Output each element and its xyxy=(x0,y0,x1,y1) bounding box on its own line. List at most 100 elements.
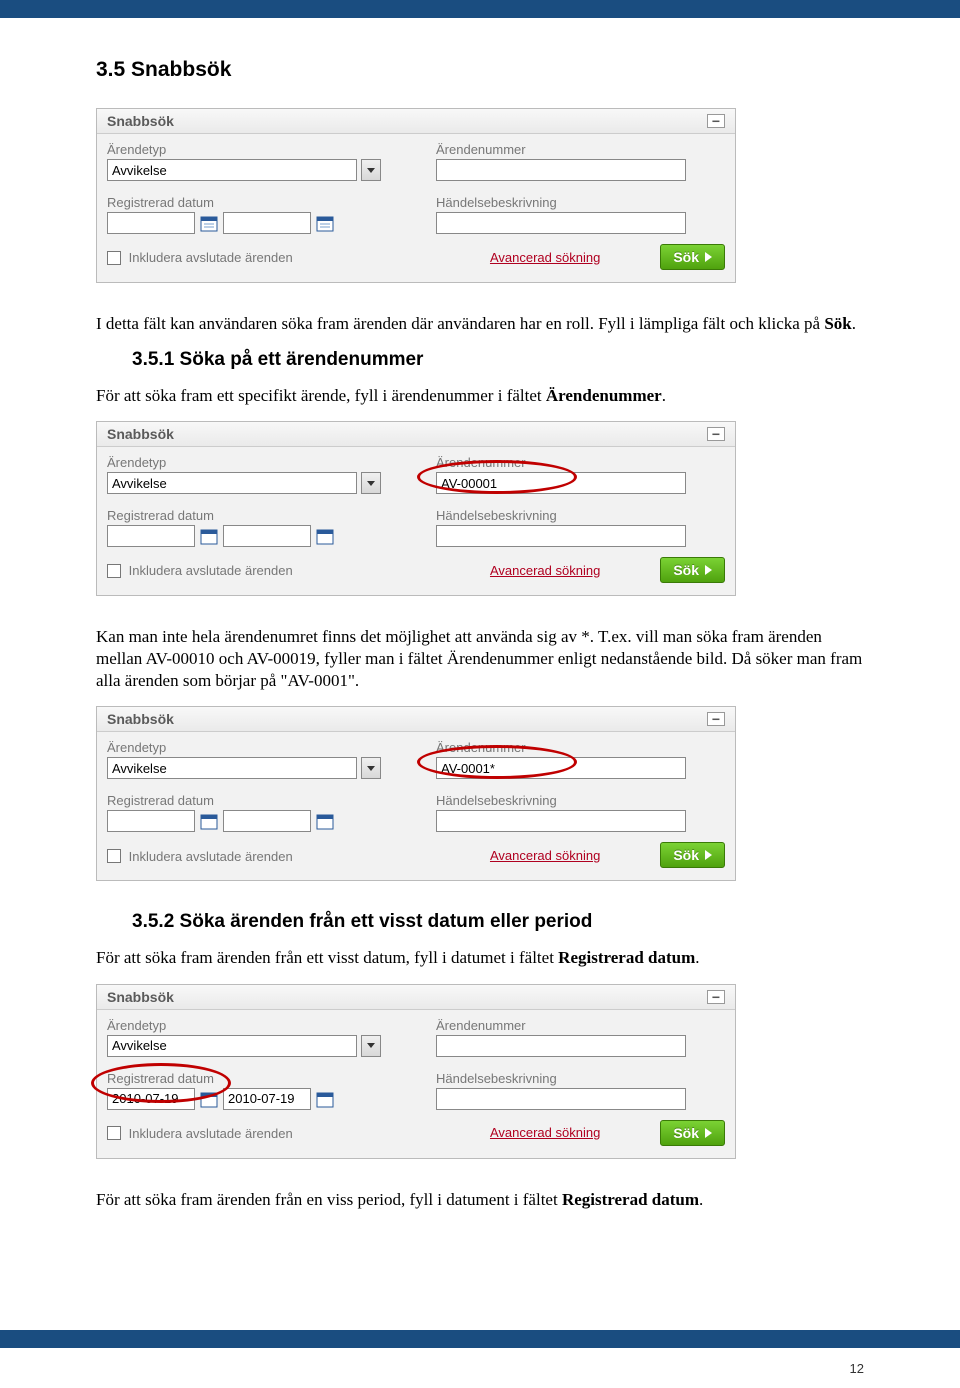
advanced-search-link[interactable]: Avancerad sökning xyxy=(490,848,600,863)
inkludera-checkbox[interactable] xyxy=(107,564,121,578)
paragraph-p4: För att söka fram ärenden från ett visst… xyxy=(96,947,864,969)
calendar-icon[interactable] xyxy=(315,526,335,546)
search-button-label: Sök xyxy=(673,249,699,265)
chevron-down-icon xyxy=(367,1043,375,1048)
panel-header: Snabbsök − xyxy=(97,985,735,1010)
arendetyp-dropdown-button[interactable] xyxy=(361,472,381,494)
inkludera-checkbox[interactable] xyxy=(107,849,121,863)
date-from-input[interactable] xyxy=(107,1088,195,1110)
label-registrerad: Registrerad datum xyxy=(107,1071,396,1086)
beskrivning-input[interactable] xyxy=(436,810,686,832)
paragraph-p1: I detta fält kan användaren söka fram är… xyxy=(96,313,864,335)
label-arendetyp: Ärendetyp xyxy=(107,740,396,755)
snabbsok-panel-4: Snabbsök − Ärendetyp Ärendenummer xyxy=(96,984,736,1159)
label-arendenummer: Ärendenummer xyxy=(436,455,725,470)
chevron-down-icon xyxy=(367,481,375,486)
beskrivning-input[interactable] xyxy=(436,1088,686,1110)
arendetyp-input[interactable] xyxy=(107,757,357,779)
label-beskrivning: Händelsebeskrivning xyxy=(436,508,725,523)
search-button-label: Sök xyxy=(673,847,699,863)
search-button[interactable]: Sök xyxy=(660,842,725,868)
calendar-icon[interactable] xyxy=(315,811,335,831)
date-to-input[interactable] xyxy=(223,1088,311,1110)
label-arendenummer: Ärendenummer xyxy=(436,142,725,157)
label-registrerad: Registrerad datum xyxy=(107,793,396,808)
calendar-icon[interactable] xyxy=(315,213,335,233)
label-arendenummer: Ärendenummer xyxy=(436,740,725,755)
label-arendetyp: Ärendetyp xyxy=(107,1018,396,1033)
chevron-down-icon xyxy=(367,168,375,173)
snabbsok-panel-2: Snabbsök − Ärendetyp Ärendenummer xyxy=(96,421,736,596)
paragraph-p5: För att söka fram ärenden från en viss p… xyxy=(96,1189,864,1211)
panel-title: Snabbsök xyxy=(107,426,174,442)
label-beskrivning: Händelsebeskrivning xyxy=(436,1071,725,1086)
panel-header: Snabbsök − xyxy=(97,707,735,732)
heading-3-5-2: 3.5.2 Söka ärenden från ett visst datum … xyxy=(132,911,864,933)
date-to-input[interactable] xyxy=(223,525,311,547)
date-from-input[interactable] xyxy=(107,212,195,234)
label-arendetyp: Ärendetyp xyxy=(107,455,396,470)
calendar-icon[interactable] xyxy=(199,811,219,831)
search-button-label: Sök xyxy=(673,562,699,578)
date-from-input[interactable] xyxy=(107,525,195,547)
arendenummer-input[interactable] xyxy=(436,757,686,779)
panel-title: Snabbsök xyxy=(107,711,174,727)
calendar-icon[interactable] xyxy=(199,213,219,233)
heading-3-5: 3.5 Snabbsök xyxy=(96,58,864,82)
arrow-right-icon xyxy=(705,1128,712,1138)
search-button[interactable]: Sök xyxy=(660,1120,725,1146)
beskrivning-input[interactable] xyxy=(436,525,686,547)
arendetyp-dropdown-button[interactable] xyxy=(361,757,381,779)
search-button[interactable]: Sök xyxy=(660,244,725,270)
arendenummer-input[interactable] xyxy=(436,159,686,181)
arrow-right-icon xyxy=(705,850,712,860)
inkludera-checkbox[interactable] xyxy=(107,1126,121,1140)
search-button[interactable]: Sök xyxy=(660,557,725,583)
label-inkludera: Inkludera avslutade ärenden xyxy=(129,1126,293,1141)
label-arendenummer: Ärendenummer xyxy=(436,1018,725,1033)
panel-header: Snabbsök − xyxy=(97,422,735,447)
collapse-icon[interactable]: − xyxy=(707,427,725,441)
date-to-input[interactable] xyxy=(223,212,311,234)
paragraph-p3: Kan man inte hela ärendenumret finns det… xyxy=(96,626,864,692)
arendetyp-dropdown-button[interactable] xyxy=(361,159,381,181)
beskrivning-input[interactable] xyxy=(436,212,686,234)
calendar-icon[interactable] xyxy=(199,1089,219,1109)
advanced-search-link[interactable]: Avancerad sökning xyxy=(490,563,600,578)
advanced-search-link[interactable]: Avancerad sökning xyxy=(490,250,600,265)
label-inkludera: Inkludera avslutade ärenden xyxy=(129,849,293,864)
arendenummer-input[interactable] xyxy=(436,1035,686,1057)
arendetyp-input[interactable] xyxy=(107,1035,357,1057)
label-registrerad: Registrerad datum xyxy=(107,195,396,210)
collapse-icon[interactable]: − xyxy=(707,990,725,1004)
arendetyp-input[interactable] xyxy=(107,472,357,494)
chevron-down-icon xyxy=(367,766,375,771)
heading-3-5-1: 3.5.1 Söka på ett ärendenummer xyxy=(132,349,864,371)
date-from-input[interactable] xyxy=(107,810,195,832)
panel-header: Snabbsök − xyxy=(97,109,735,134)
calendar-icon[interactable] xyxy=(199,526,219,546)
arendetyp-input[interactable] xyxy=(107,159,357,181)
label-beskrivning: Händelsebeskrivning xyxy=(436,793,725,808)
inkludera-checkbox[interactable] xyxy=(107,251,121,265)
label-arendetyp: Ärendetyp xyxy=(107,142,396,157)
label-beskrivning: Händelsebeskrivning xyxy=(436,195,725,210)
advanced-search-link[interactable]: Avancerad sökning xyxy=(490,1125,600,1140)
arendenummer-input[interactable] xyxy=(436,472,686,494)
label-registrerad: Registrerad datum xyxy=(107,508,396,523)
snabbsok-panel-3: Snabbsök − Ärendetyp Ärendenummer xyxy=(96,706,736,881)
panel-title: Snabbsök xyxy=(107,989,174,1005)
arrow-right-icon xyxy=(705,565,712,575)
date-to-input[interactable] xyxy=(223,810,311,832)
snabbsok-panel-1: Snabbsök − Ärendetyp Ärendenummer xyxy=(96,108,736,283)
footer-bar xyxy=(0,1330,960,1348)
page-number: 12 xyxy=(850,1361,864,1376)
label-inkludera: Inkludera avslutade ärenden xyxy=(129,250,293,265)
collapse-icon[interactable]: − xyxy=(707,114,725,128)
arrow-right-icon xyxy=(705,252,712,262)
calendar-icon[interactable] xyxy=(315,1089,335,1109)
panel-title: Snabbsök xyxy=(107,113,174,129)
collapse-icon[interactable]: − xyxy=(707,712,725,726)
arendetyp-dropdown-button[interactable] xyxy=(361,1035,381,1057)
search-button-label: Sök xyxy=(673,1125,699,1141)
